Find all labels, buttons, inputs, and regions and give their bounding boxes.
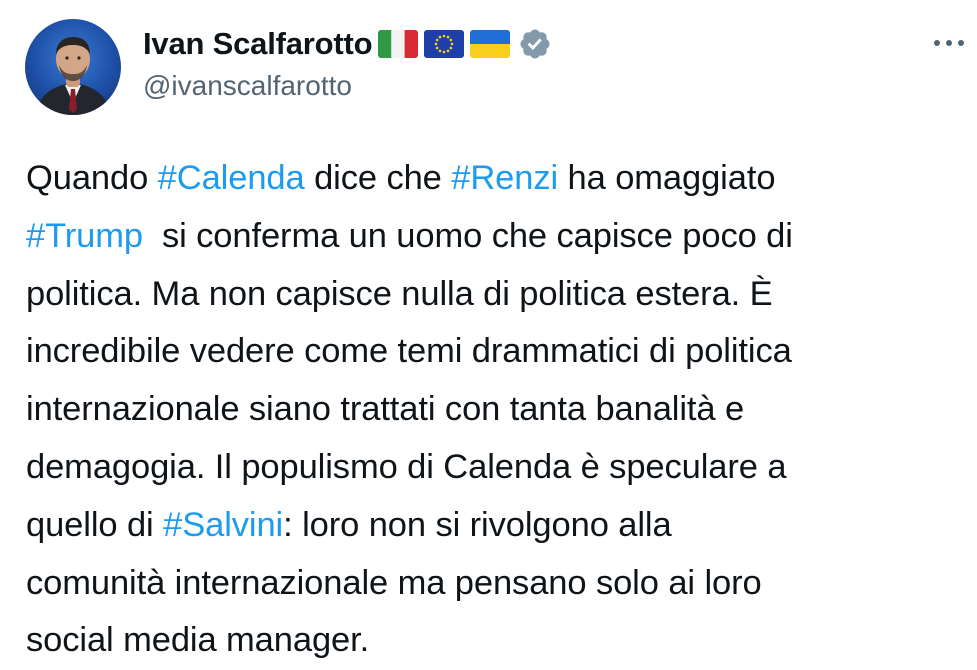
tweet-text-segment: politica. Ma non capisce nulla di politi… <box>26 274 773 313</box>
tweet-text-segment: ha omaggiato <box>558 159 776 197</box>
hashtag-link[interactable]: #Renzi <box>451 159 558 197</box>
tweet-text-segment: dice che <box>304 159 452 197</box>
tweet-text-line: social media manager. <box>26 612 971 670</box>
eu-flag-icon <box>424 30 465 58</box>
tweet-text-line: Quando #Calenda dice che #Renzi ha omagg… <box>26 150 971 208</box>
tweet-text-line: politica. Ma non capisce nulla di politi… <box>26 266 971 324</box>
hashtag-link[interactable]: #Trump <box>26 217 143 255</box>
tweet-text-segment: social media manager. <box>26 621 370 660</box>
verified-badge-icon[interactable] <box>518 27 552 61</box>
tweet-text-segment: comunità internazionale ma pensano solo … <box>26 563 762 602</box>
tweet-text-segment: si conferma un uomo che capisce poco di <box>142 216 793 255</box>
tweet-text-line: demagogia. Il populismo di Calenda è spe… <box>26 439 971 497</box>
tweet-text-segment: : loro non si rivolgono alla <box>283 505 672 544</box>
author-display-name[interactable]: Ivan Scalfarotto <box>143 26 373 62</box>
tweet-text-line: internazionale siano trattati con tanta … <box>26 381 971 439</box>
hashtag-link[interactable]: #Calenda <box>158 159 305 197</box>
hashtag-link[interactable]: #Salvini <box>163 506 283 544</box>
tweet-text-line: comunità internazionale ma pensano solo … <box>26 555 971 613</box>
more-horizontal-icon[interactable] <box>929 28 969 58</box>
tweet-text-segment: internazionale siano trattati con tanta … <box>26 390 745 429</box>
tweet-text-line: #Trump si conferma un uomo che capisce p… <box>26 208 971 266</box>
italy-flag-icon <box>378 30 419 58</box>
tweet-text-segment: demagogia. Il populismo di Calenda è spe… <box>26 447 787 486</box>
tweet-text: Quando #Calenda dice che #Renzi ha omagg… <box>26 150 971 670</box>
tweet-text-segment: Quando <box>26 159 158 197</box>
tweet-text-segment: quello di <box>26 505 164 544</box>
author-name-row: Ivan Scalfarotto <box>143 22 552 66</box>
author-handle[interactable]: @ivanscalfarotto <box>143 70 352 102</box>
tweet-text-line: incredibile vedere come temi drammatici … <box>26 323 971 381</box>
tweet: Ivan Scalfarotto @ivanscalfarotto Quando… <box>0 0 977 665</box>
ukraine-flag-icon <box>470 30 511 58</box>
avatar[interactable] <box>25 19 121 115</box>
tweet-text-line: quello di #Salvini: loro non si rivolgon… <box>26 497 971 555</box>
tweet-text-segment: incredibile vedere come temi drammatici … <box>26 332 792 371</box>
